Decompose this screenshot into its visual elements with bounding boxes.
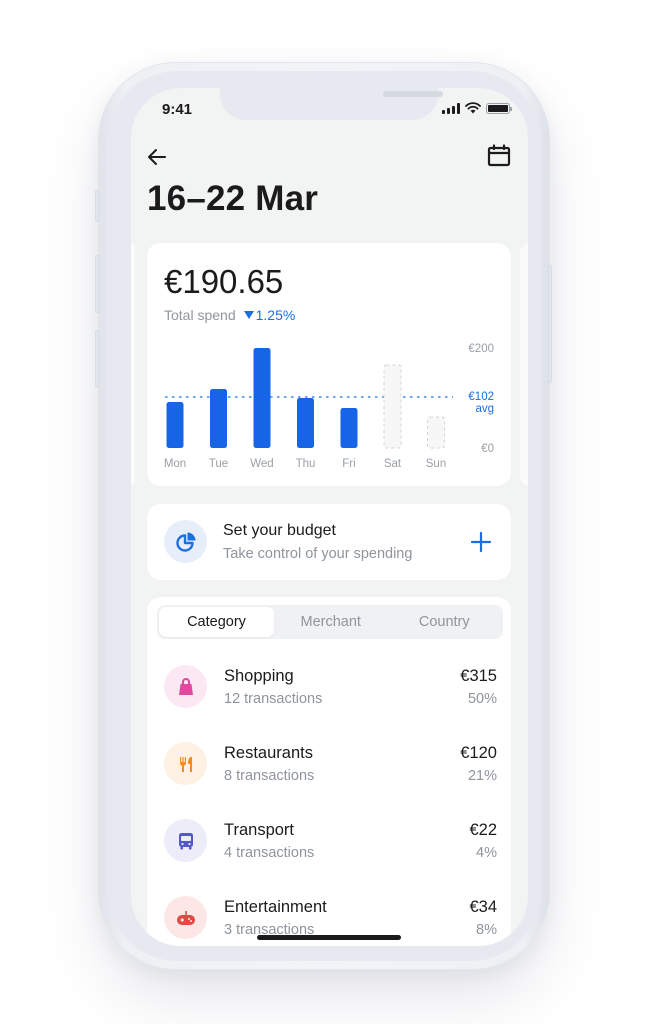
category-transactions: 12 transactions xyxy=(224,691,323,707)
set-budget-card[interactable]: Set your budget Take control of your spe… xyxy=(147,504,511,580)
speaker-grille xyxy=(383,91,443,97)
volume-down-button xyxy=(95,330,99,388)
category-row-transport[interactable]: Transport 4 transactions €22 4% xyxy=(147,819,511,885)
bar-fri xyxy=(340,408,358,448)
category-icon-circle xyxy=(164,896,207,939)
category-name: Shopping xyxy=(224,667,294,685)
spending-breakdown-card: Category Merchant Country Shopping 12 tr… xyxy=(147,597,511,946)
budget-icon-circle xyxy=(164,520,207,563)
silent-switch xyxy=(95,190,99,222)
category-amount: €22 xyxy=(469,821,497,839)
x-tick-label: Sat xyxy=(384,458,402,470)
category-amount: €315 xyxy=(460,667,497,685)
back-arrow-icon[interactable] xyxy=(145,145,169,169)
next-week-card-peek[interactable] xyxy=(520,243,528,486)
x-tick-label: Fri xyxy=(342,458,355,470)
category-amount: €120 xyxy=(460,744,497,762)
status-time: 9:41 xyxy=(162,101,193,118)
x-tick-label: Wed xyxy=(250,458,273,470)
bar-wed xyxy=(253,348,271,448)
power-button xyxy=(548,265,552,383)
budget-title: Set your budget xyxy=(223,522,336,539)
volume-up-button xyxy=(95,255,99,313)
weekly-spend-card: €190.65 Total spend 1.25% Mon Tue Wed Thu Fr… xyxy=(147,243,511,486)
page-title: 16–22 Mar xyxy=(147,179,319,218)
y-tick-label-max: €200 xyxy=(468,343,494,355)
category-name: Restaurants xyxy=(224,744,313,762)
weekly-spend-chart: Mon Tue Wed Thu Fri Sat Sun €200 €0 €102avg xyxy=(164,343,494,470)
bar-thu xyxy=(297,398,314,448)
budget-subtitle: Take control of your spending xyxy=(223,546,413,562)
x-tick-label: Tue xyxy=(209,458,228,470)
category-transactions: 4 transactions xyxy=(224,845,315,861)
category-percent: 4% xyxy=(476,845,497,861)
x-tick-label: Mon xyxy=(164,458,186,470)
gamepad-icon xyxy=(176,910,195,925)
bar-tue xyxy=(210,389,227,448)
bar-sat-projected xyxy=(383,364,402,449)
signal-icon xyxy=(442,102,460,114)
category-icon-circle xyxy=(164,665,207,708)
x-tick-label: Thu xyxy=(296,458,316,470)
category-amount: €34 xyxy=(469,898,497,916)
shopping-bag-icon xyxy=(178,677,193,695)
previous-week-card-peek[interactable] xyxy=(131,243,135,486)
category-percent: 8% xyxy=(476,922,497,938)
tab-country[interactable]: Country xyxy=(388,607,502,637)
x-tick-label: Sun xyxy=(426,458,446,470)
wifi-icon xyxy=(465,102,481,114)
category-name: Entertainment xyxy=(224,898,327,916)
bar-mon xyxy=(166,402,184,448)
tab-merchant[interactable]: Merchant xyxy=(274,607,388,637)
battery-icon xyxy=(486,102,512,114)
category-icon-circle xyxy=(164,819,207,862)
notch xyxy=(220,88,443,120)
app-screen: 9:41 16–22 Mar €190.65 Total spend 1.25% xyxy=(131,88,528,946)
category-percent: 50% xyxy=(467,691,497,707)
calendar-icon[interactable] xyxy=(486,143,512,169)
category-transactions: 8 transactions xyxy=(224,768,315,784)
tab-category[interactable]: Category xyxy=(159,607,274,637)
category-name: Transport xyxy=(224,821,294,839)
average-sublabel: avg xyxy=(475,403,494,415)
bar-sun-projected xyxy=(427,416,445,449)
plus-icon[interactable] xyxy=(469,530,493,554)
category-row-restaurants[interactable]: Restaurants 8 transactions €120 21% xyxy=(147,742,511,808)
home-indicator[interactable] xyxy=(257,935,401,940)
pie-chart-icon xyxy=(175,532,195,552)
category-percent: 21% xyxy=(467,768,497,784)
category-row-shopping[interactable]: Shopping 12 transactions €315 50% xyxy=(147,665,511,731)
bus-icon xyxy=(178,832,193,849)
status-icons xyxy=(442,102,512,114)
average-label: €102 xyxy=(468,391,494,403)
fork-knife-icon xyxy=(179,756,192,772)
category-icon-circle xyxy=(164,742,207,785)
y-tick-label-min: €0 xyxy=(481,443,494,455)
breakdown-tabs: Category Merchant Country xyxy=(157,605,503,639)
